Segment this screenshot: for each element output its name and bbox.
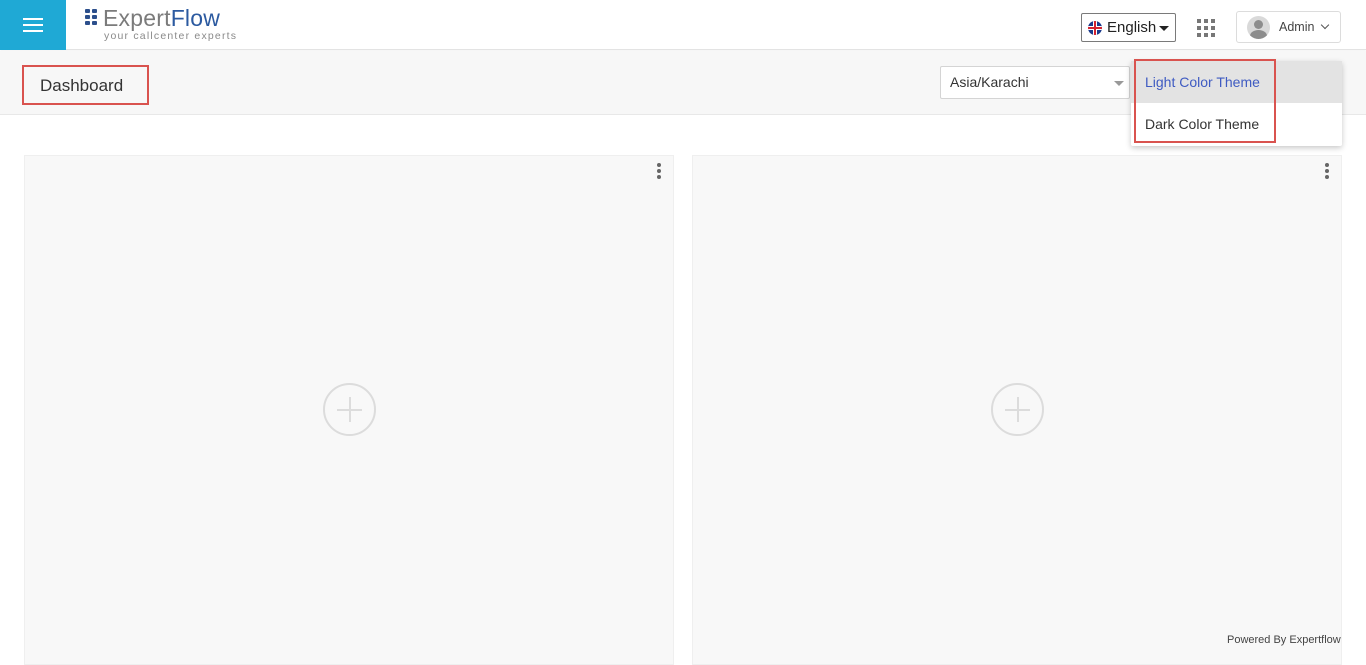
logo-tagline: your callcenter experts [104, 30, 238, 42]
user-name: Admin [1279, 20, 1315, 34]
more-options-icon[interactable] [653, 163, 665, 181]
hamburger-menu-button[interactable] [0, 0, 66, 50]
top-bar: ExpertFlow your callcenter experts Engli… [0, 0, 1366, 50]
dashboard-widget-1 [24, 155, 674, 665]
language-select-value: English [1107, 19, 1157, 36]
add-widget-button[interactable] [991, 383, 1044, 436]
timezone-select-value: Asia/Karachi [950, 74, 1029, 90]
timezone-select[interactable]: Asia/Karachi [940, 66, 1130, 99]
logo-dots-icon [85, 9, 101, 27]
theme-dropdown-menu: Light Color Theme Dark Color Theme [1131, 61, 1342, 146]
chevron-down-icon [1320, 20, 1330, 30]
logo-word-expert: Expert [103, 5, 171, 31]
apps-grid-icon[interactable] [1197, 19, 1215, 37]
language-select[interactable]: English [1081, 13, 1176, 42]
avatar [1247, 16, 1270, 39]
logo-wordmark: ExpertFlow [103, 5, 220, 32]
uk-flag-icon [1088, 20, 1102, 35]
logo-word-flow: Flow [170, 5, 221, 31]
user-menu-button[interactable]: Admin [1236, 11, 1341, 43]
hamburger-icon [23, 18, 43, 32]
menu-item-light-theme[interactable]: Light Color Theme [1131, 61, 1342, 103]
menu-item-dark-theme[interactable]: Dark Color Theme [1131, 103, 1342, 145]
powered-by-text: Powered By Expertflow [1227, 634, 1341, 646]
more-options-icon[interactable] [1321, 163, 1333, 181]
caret-down-icon [1159, 26, 1169, 31]
dashboard-widget-2 [692, 155, 1342, 665]
page-title: Dashboard [22, 65, 149, 105]
caret-down-icon [1114, 81, 1124, 86]
add-widget-button[interactable] [323, 383, 376, 436]
